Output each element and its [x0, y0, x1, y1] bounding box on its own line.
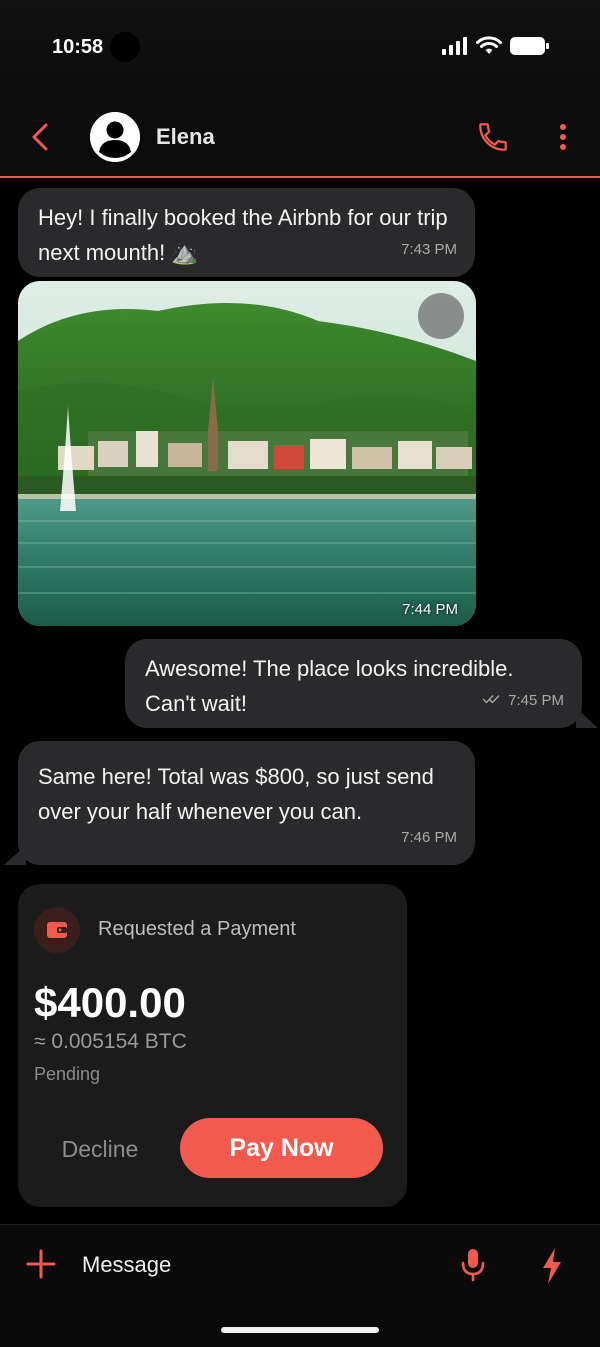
message-bubble-incoming[interactable]: Hey! I finally booked the Airbnb for our… — [18, 188, 475, 277]
decline-button[interactable]: Decline — [38, 1120, 162, 1178]
front-camera — [110, 32, 140, 62]
wifi-icon — [476, 36, 502, 61]
payment-status: Pending — [34, 1064, 101, 1084]
user-avatar-icon[interactable] — [90, 112, 140, 162]
wallet-icon — [34, 907, 80, 953]
payment-title: Requested a Payment — [98, 918, 296, 940]
read-receipt-icon — [482, 683, 502, 718]
phone-icon[interactable] — [476, 120, 510, 154]
signal-icon — [442, 37, 468, 60]
contact-name[interactable]: Elena — [156, 124, 215, 150]
bolt-icon[interactable] — [540, 1247, 564, 1285]
status-time: 10:58 — [52, 36, 104, 58]
message-meta: 7:45 PM — [482, 683, 564, 718]
back-icon[interactable] — [26, 120, 56, 154]
image-overlay-button[interactable] — [418, 293, 464, 339]
bubble-tail — [576, 708, 598, 728]
message-input[interactable] — [82, 1247, 422, 1283]
message-time: 7:46 PM — [401, 829, 457, 846]
message-text: Hey! I finally booked the Airbnb for our… — [38, 205, 448, 265]
message-composer — [0, 1224, 600, 1347]
bubble-tail — [4, 845, 26, 865]
payment-request-card: Requested a Payment $400.00 ≈ 0.005154 B… — [18, 884, 407, 1207]
payment-amount: $400.00 — [34, 979, 186, 1026]
message-image[interactable]: 7:44 PM — [18, 281, 476, 626]
mic-icon[interactable] — [460, 1247, 486, 1283]
payment-btc-equivalent: ≈ 0.005154 BTC — [34, 1030, 187, 1053]
message-time: 7:45 PM — [508, 692, 564, 709]
message-list[interactable]: Hey! I finally booked the Airbnb for our… — [0, 178, 600, 1224]
message-time: 7:44 PM — [402, 601, 458, 618]
message-time: 7:43 PM — [401, 241, 457, 258]
more-vertical-icon[interactable] — [552, 120, 574, 154]
message-text: Same here! Total was $800, so just send … — [38, 764, 434, 824]
battery-icon — [510, 36, 550, 61]
chat-header: Elena — [0, 100, 600, 178]
message-bubble-outgoing[interactable]: Awesome! The place looks incredible. Can… — [125, 639, 582, 728]
status-bar: 10:58 — [0, 0, 600, 100]
home-indicator[interactable] — [221, 1327, 379, 1333]
plus-icon[interactable] — [26, 1249, 56, 1279]
pay-now-button[interactable]: Pay Now — [180, 1118, 383, 1178]
status-icons — [442, 36, 550, 61]
message-bubble-incoming[interactable]: Same here! Total was $800, so just send … — [18, 741, 475, 865]
